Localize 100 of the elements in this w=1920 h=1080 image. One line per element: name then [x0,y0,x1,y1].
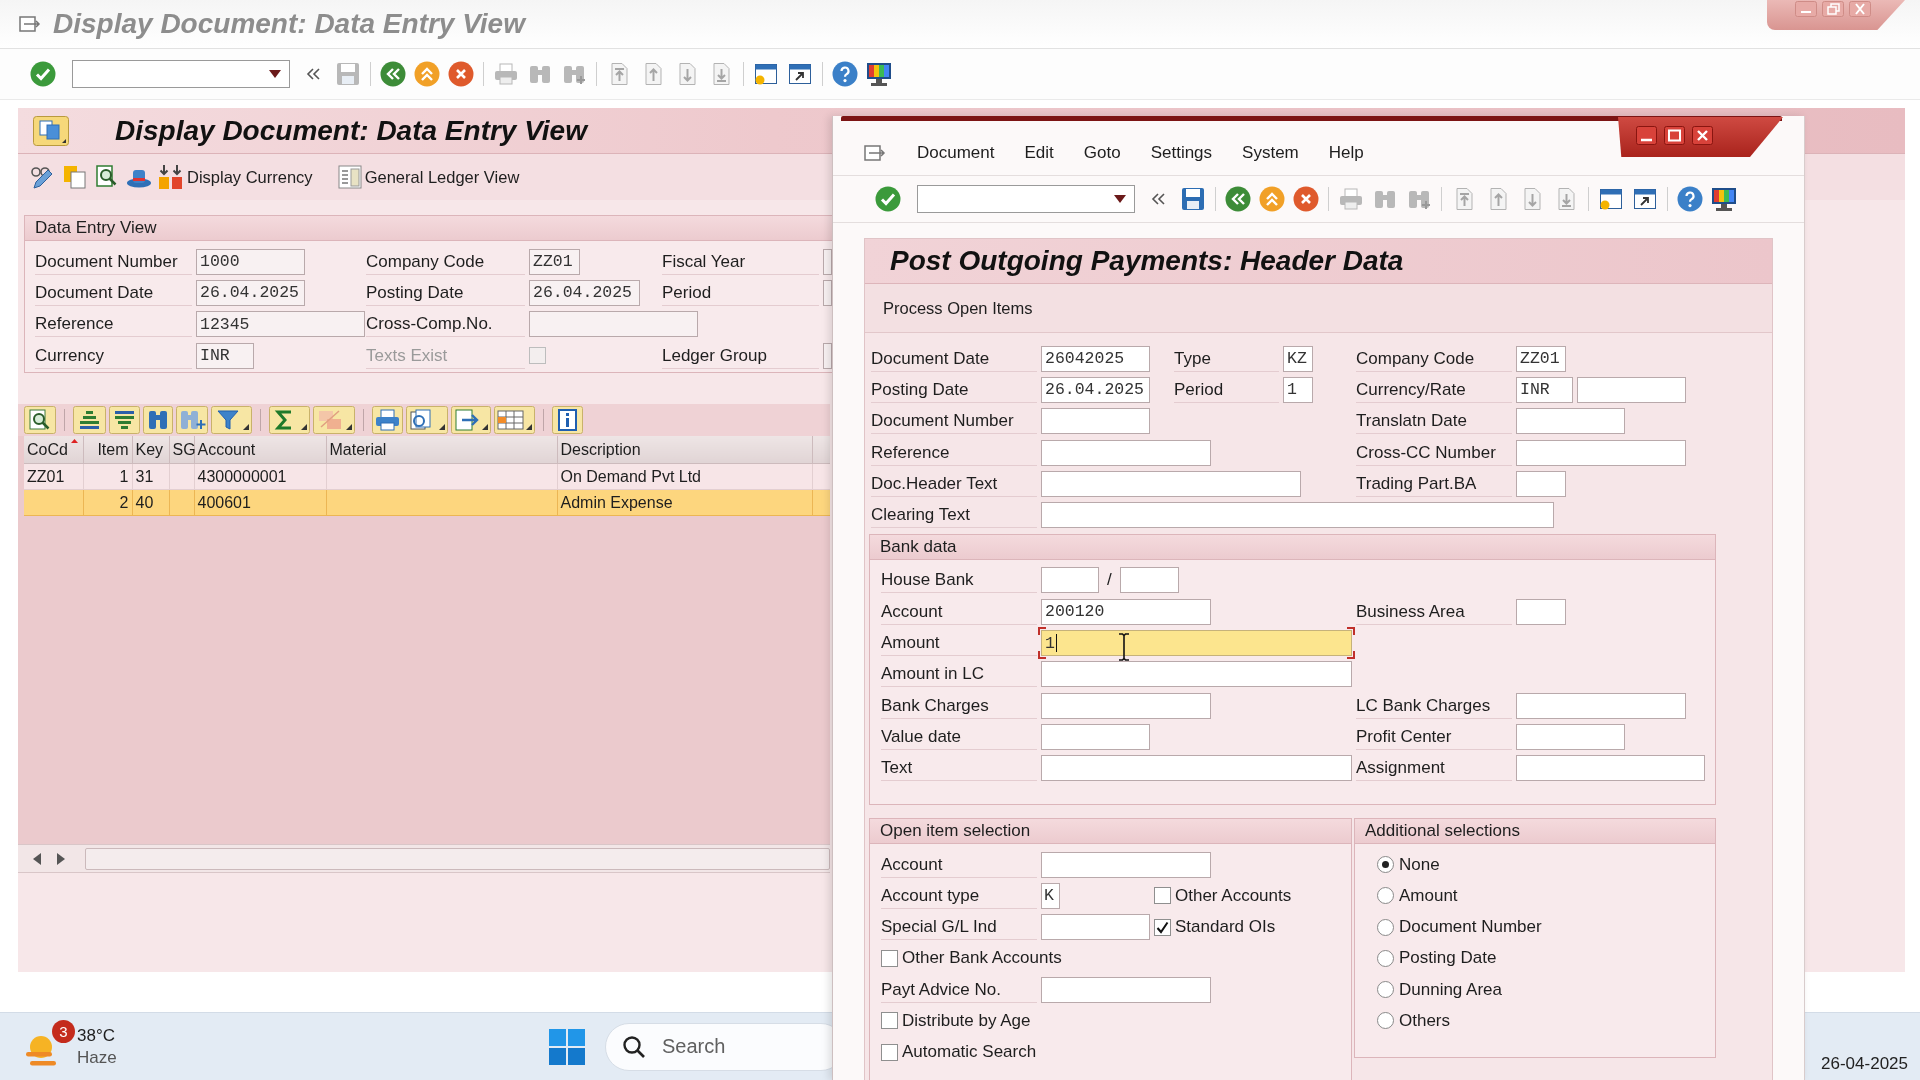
sort-descending-icon[interactable] [109,406,140,435]
windows-logo-icon[interactable] [549,1028,585,1065]
input-field[interactable] [1516,598,1566,625]
input-field[interactable] [1119,567,1179,594]
menu-item[interactable]: Help [1328,143,1364,163]
menu-item[interactable]: Document [917,143,995,163]
input-field[interactable] [529,311,698,338]
input-field[interactable] [1041,692,1211,719]
up-chevron-circle-icon[interactable] [414,61,440,87]
menu-item[interactable]: Edit [1024,143,1054,163]
dropdown-caret-icon[interactable] [1114,195,1126,203]
column-header[interactable]: SG [169,436,194,464]
printer-icon[interactable] [1338,186,1364,212]
input-field[interactable] [1516,470,1566,497]
input-field[interactable] [1041,439,1211,466]
input-field[interactable] [1516,408,1625,435]
column-header[interactable]: Description [557,436,812,464]
left-arrow-icon[interactable] [33,852,41,865]
horizontal-scrollbar[interactable] [18,844,830,874]
menu-item[interactable]: Goto [1083,143,1121,163]
input-field[interactable] [1516,723,1625,750]
input-field[interactable] [1041,470,1301,497]
input-field[interactable] [1516,439,1686,466]
radio-button[interactable] [1377,1012,1394,1030]
check-circle-icon[interactable] [875,186,901,212]
window-menu-icon[interactable] [863,143,887,163]
double-chevron-icon[interactable] [1150,191,1166,207]
input-field[interactable] [1041,914,1150,941]
monitor-icon[interactable] [866,61,892,87]
input-field[interactable]: 26042025 [1041,345,1150,372]
checkbox[interactable] [881,949,898,967]
restore-icon[interactable] [1822,1,1844,17]
menu-item[interactable]: System [1242,143,1299,163]
sort-ascending-icon[interactable] [73,406,106,435]
input-field[interactable]: 1 [1283,376,1313,403]
input-field[interactable] [1516,755,1705,782]
input-field[interactable] [1041,976,1211,1003]
input-field[interactable]: 12345 [196,311,365,338]
table-row[interactable]: 2 40 400601 Admin Expense [24,489,830,516]
radio-button[interactable] [1377,856,1394,873]
search-input[interactable]: Search [662,1035,812,1058]
toolbar-button[interactable]: Process Open Items [879,294,1037,322]
input-field[interactable]: 26.04.2025 [1041,376,1150,403]
input-field[interactable]: KZ [1283,345,1313,372]
command-field[interactable] [917,185,1135,213]
up-chevron-circle-icon[interactable] [1259,186,1285,212]
input-field[interactable]: INR [196,342,254,369]
input-field[interactable] [1041,567,1099,594]
command-field[interactable] [72,60,290,88]
input-field[interactable] [823,279,832,306]
toolbar-button[interactable]: Display Currency [158,164,313,190]
double-chevron-circle-icon[interactable] [1225,186,1251,212]
document-tile-icon[interactable] [33,115,69,146]
maximize-icon[interactable] [1664,126,1685,145]
input-field[interactable]: 1 [1038,627,1355,659]
input-field[interactable]: 1000 [196,248,305,275]
checkbox[interactable] [1154,918,1171,936]
minimize-icon[interactable] [1636,126,1657,145]
radio-button[interactable] [1377,918,1394,936]
radio-button[interactable] [1377,887,1394,905]
checkbox[interactable] [1154,887,1171,905]
input-field[interactable] [1577,376,1686,403]
checkbox[interactable] [881,1043,898,1061]
input-field[interactable] [1041,408,1150,435]
input-field[interactable] [823,342,832,369]
input-field[interactable]: ZZ01 [529,248,580,275]
input-field[interactable] [823,248,832,275]
document-stack-icon[interactable] [406,406,448,435]
menu-item[interactable]: Settings [1150,143,1213,163]
column-header[interactable]: Account [194,436,326,464]
input-field[interactable] [1041,502,1554,529]
new-window-icon[interactable] [1598,186,1624,212]
check-circle-icon[interactable] [30,61,56,87]
info-icon[interactable] [552,406,583,435]
printer-icon[interactable] [493,61,519,87]
dropdown-caret-icon[interactable] [269,70,281,78]
radio-button[interactable] [1377,949,1394,967]
table-row[interactable]: ZZ01 1 31 4300000001 On Demand Pvt Ltd [24,463,830,490]
column-header[interactable]: Material [326,436,557,464]
binoculars-icon[interactable] [143,406,173,435]
layout-grid-icon[interactable] [494,406,535,435]
double-chevron-icon[interactable] [305,66,321,82]
subtotal-icon[interactable] [313,406,355,435]
export-icon[interactable] [451,406,491,435]
help-icon[interactable] [1677,186,1703,212]
checkbox[interactable] [881,1012,898,1030]
input-field[interactable]: K [1041,882,1060,909]
documents-icon[interactable] [62,164,88,190]
radio-button[interactable] [1377,981,1394,999]
scrollbar-thumb[interactable] [85,847,830,870]
column-header[interactable]: Key [132,436,169,464]
printer-icon[interactable] [372,406,403,435]
filter-icon[interactable] [211,406,252,435]
column-header[interactable]: Item [83,436,132,464]
input-field[interactable]: 200120 [1041,598,1211,625]
sun-haze-icon[interactable] [26,1034,56,1067]
input-field[interactable] [1041,723,1150,750]
cancel-icon[interactable] [1293,186,1319,212]
monitor-icon[interactable] [1711,186,1737,212]
input-field[interactable] [1041,755,1352,782]
